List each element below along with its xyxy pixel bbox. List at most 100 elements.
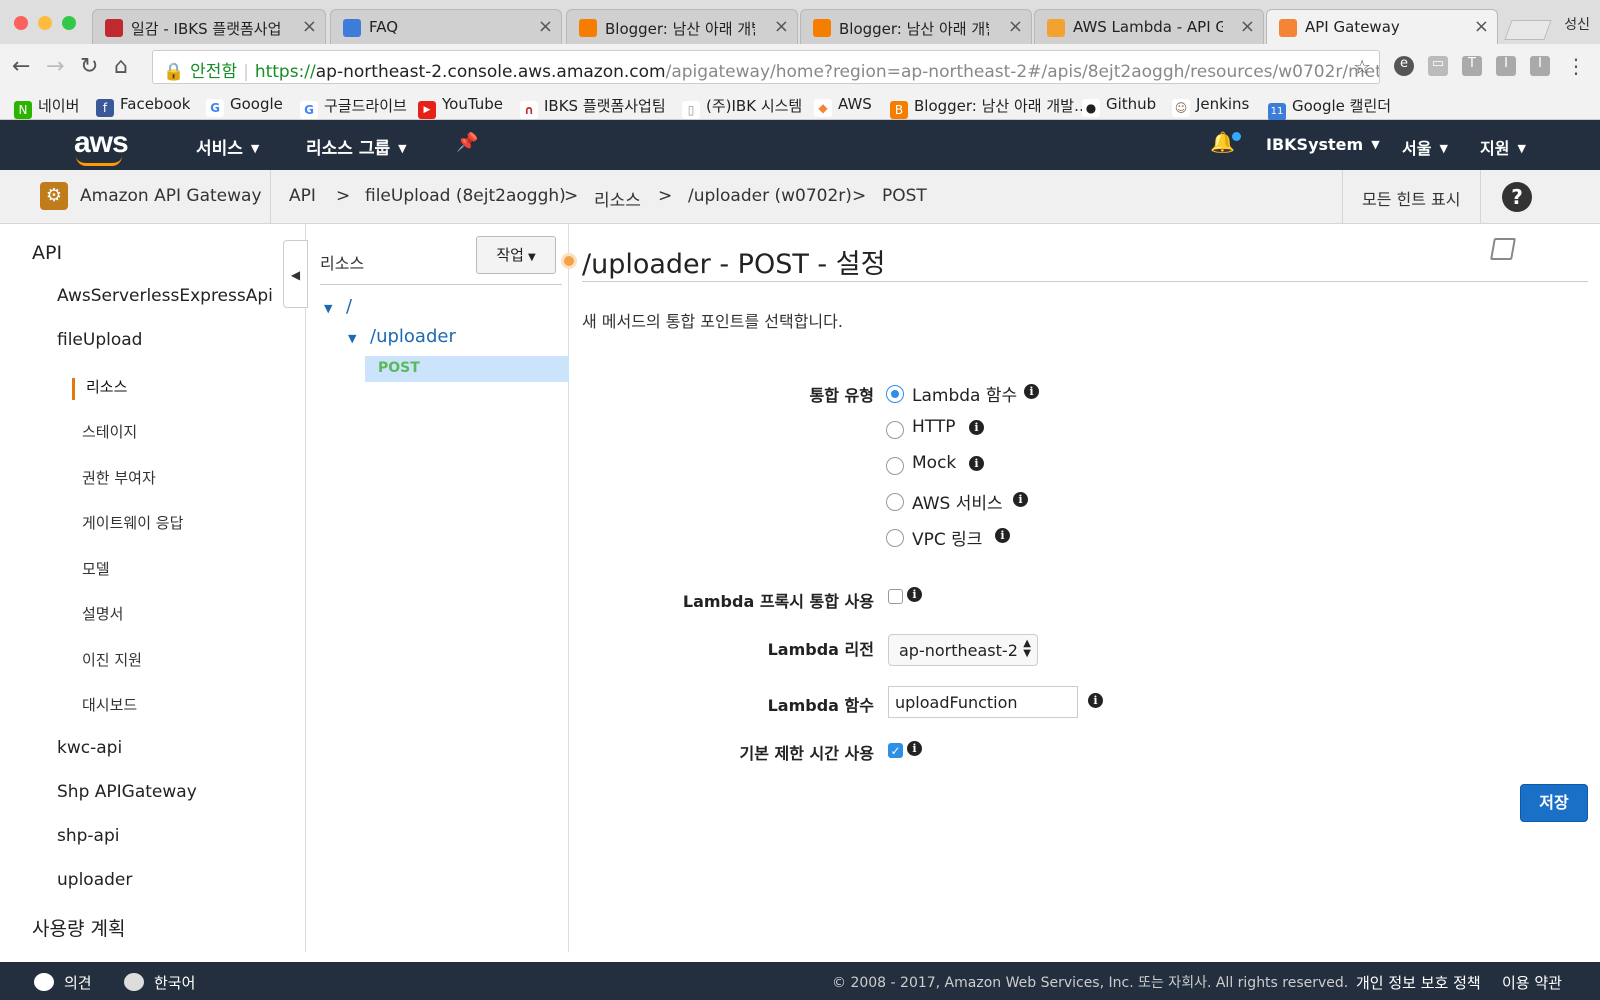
bookmark-blogger[interactable]: B Blogger: 남산 아래 개발… (890, 95, 1089, 119)
bookmark-star-icon[interactable]: ☆ (1353, 55, 1371, 79)
window-zoom-icon[interactable] (62, 16, 76, 30)
default-timeout-checkbox[interactable]: ✓ (888, 743, 903, 758)
breadcrumb-item-uploader[interactable]: /uploader (w0702r) (688, 186, 852, 206)
extension-icon[interactable]: I (1496, 56, 1516, 76)
tree-node-uploader[interactable]: /uploader (370, 326, 456, 347)
back-icon[interactable]: ← (12, 54, 30, 79)
bookmark-jenkins[interactable]: ☺ Jenkins (1172, 95, 1249, 117)
lambda-function-input[interactable]: uploadFunction (888, 686, 1078, 718)
browser-tab[interactable]: Blogger: 남산 아래 개발자 × (800, 9, 1032, 44)
radio-aws-service[interactable] (886, 493, 904, 511)
language-link[interactable]: 한국어 (124, 972, 195, 993)
terms-link[interactable]: 이용 약관 (1502, 972, 1562, 993)
show-hints-link[interactable]: 모든 힌트 표시 (1362, 186, 1461, 210)
lambda-proxy-checkbox[interactable] (888, 589, 903, 604)
bookmark-youtube[interactable]: ▶ YouTube (418, 95, 503, 119)
nav-api-fileupload[interactable]: fileUpload (57, 330, 142, 350)
tab-close-icon[interactable]: × (538, 16, 553, 37)
browser-menu-icon[interactable]: ⋮ (1566, 54, 1586, 78)
nav-binary-support[interactable]: 이진 지원 (82, 649, 142, 670)
aws-logo[interactable]: aws (74, 126, 129, 160)
hint-beacon-icon[interactable] (561, 253, 577, 269)
extension-icon[interactable]: I (1530, 56, 1550, 76)
account-menu[interactable]: IBKSystem ▼ (1266, 135, 1380, 154)
breadcrumb-item-fileupload[interactable]: fileUpload (8ejt2aoggh) (365, 186, 566, 206)
breadcrumb-item-resources[interactable]: 리소스 (594, 186, 641, 211)
bookmark-aws[interactable]: ◆ AWS (814, 95, 872, 117)
nav-api-awsserverless[interactable]: AwsServerlessExpressApi (57, 286, 273, 306)
radio-vpc-link[interactable] (886, 529, 904, 547)
info-icon[interactable]: i (907, 587, 922, 602)
tab-close-icon[interactable]: × (774, 16, 789, 37)
feedback-link[interactable]: 의견 (34, 972, 92, 993)
region-menu[interactable]: 서울 ▼ (1402, 135, 1448, 159)
nav-api-shp[interactable]: shp-api (57, 826, 120, 846)
nav-api-uploader[interactable]: uploader (57, 870, 132, 890)
info-icon[interactable]: i (1088, 693, 1103, 708)
tree-expand-icon[interactable]: ▼ (348, 332, 356, 345)
option-vpc-link-label[interactable]: VPC 링크 (912, 525, 982, 550)
privacy-policy-link[interactable]: 개인 정보 보호 정책 (1356, 972, 1481, 993)
tree-expand-icon[interactable]: ▼ (324, 302, 332, 315)
reload-icon[interactable]: ↻ (80, 54, 98, 79)
breadcrumb-item-api[interactable]: API (289, 186, 316, 206)
bookmark-ibks[interactable]: ∩ IBKS 플랫폼사업팀 (520, 95, 666, 119)
bookmark-naver[interactable]: N 네이버 (14, 95, 79, 119)
bookmark-github[interactable]: ● Github (1082, 95, 1156, 117)
bookmark-google-drive[interactable]: G 구글드라이브 (300, 95, 407, 119)
notification-bell-icon[interactable]: 🔔 (1210, 130, 1235, 154)
nav-resources[interactable]: 리소스 (86, 376, 127, 397)
book-icon[interactable] (1490, 238, 1516, 260)
support-menu[interactable]: 지원 ▼ (1480, 135, 1526, 159)
browser-tab[interactable]: Blogger: 남산 아래 개발자 × (566, 9, 798, 44)
tree-node-root[interactable]: / (346, 296, 352, 317)
bookmark-facebook[interactable]: f Facebook (96, 95, 190, 117)
info-icon[interactable]: i (969, 420, 984, 435)
option-lambda-label[interactable]: Lambda 함수 (912, 381, 1017, 406)
tab-close-icon[interactable]: × (1008, 16, 1023, 37)
info-icon[interactable]: i (1024, 384, 1039, 399)
info-icon[interactable]: i (995, 528, 1010, 543)
services-menu[interactable]: 서비스 ▼ (196, 134, 259, 159)
nav-api-kwc[interactable]: kwc-api (57, 738, 122, 758)
nav-authorizers[interactable]: 권한 부여자 (82, 467, 156, 488)
tree-method-post[interactable]: POST (378, 360, 420, 376)
extension-icon[interactable]: T (1462, 56, 1482, 76)
bookmark-google-calendar[interactable]: 11 Google 캘린더 (1268, 95, 1391, 121)
forward-icon[interactable]: → (46, 54, 64, 79)
radio-lambda[interactable] (886, 385, 904, 403)
info-icon[interactable]: i (907, 741, 922, 756)
radio-mock[interactable] (886, 457, 904, 475)
radio-http[interactable] (886, 421, 904, 439)
profile-name[interactable]: 성신 (1564, 14, 1590, 34)
info-icon[interactable]: i (1013, 492, 1028, 507)
browser-tab-active[interactable]: API Gateway × (1266, 9, 1498, 44)
nav-documentation[interactable]: 설명서 (82, 603, 123, 624)
home-icon[interactable]: ⌂ (114, 54, 128, 79)
nav-stages[interactable]: 스테이지 (82, 421, 137, 442)
lambda-region-select[interactable]: ap-northeast-2 ▲ ▼ (888, 634, 1038, 666)
nav-dashboard[interactable]: 대시보드 (82, 694, 137, 715)
nav-api[interactable]: API (32, 242, 62, 264)
new-tab-button[interactable] (1504, 20, 1552, 40)
browser-tab[interactable]: 일감 - IBKS 플랫폼사업팀 × (92, 9, 326, 44)
collapse-nav-button[interactable]: ◀ (283, 240, 308, 308)
bookmark-ibk-system[interactable]: ▯ (주)IBK 시스템 (682, 95, 802, 119)
nav-api-shp-apigateway[interactable]: Shp APIGateway (57, 782, 197, 802)
nav-gateway-responses[interactable]: 게이트웨이 응답 (82, 512, 183, 533)
pin-icon[interactable]: 📌 (456, 132, 478, 153)
extension-icon[interactable]: e (1394, 56, 1414, 76)
resource-groups-menu[interactable]: 리소스 그룹 ▼ (306, 134, 407, 159)
browser-tab[interactable]: AWS Lambda - API Gate × (1034, 9, 1264, 44)
actions-button[interactable]: 작업 ▼ (476, 236, 556, 274)
nav-usage-plans[interactable]: 사용량 계획 (32, 914, 125, 941)
save-button[interactable]: 저장 (1520, 784, 1588, 822)
option-mock-label[interactable]: Mock (912, 453, 956, 473)
info-icon[interactable]: i (969, 456, 984, 471)
nav-models[interactable]: 모델 (82, 558, 110, 579)
option-http-label[interactable]: HTTP (912, 417, 956, 437)
option-aws-service-label[interactable]: AWS 서비스 (912, 489, 1003, 514)
extension-icon[interactable]: ▭ (1428, 56, 1448, 76)
tab-close-icon[interactable]: × (1474, 16, 1489, 37)
service-name[interactable]: Amazon API Gateway (80, 186, 262, 206)
